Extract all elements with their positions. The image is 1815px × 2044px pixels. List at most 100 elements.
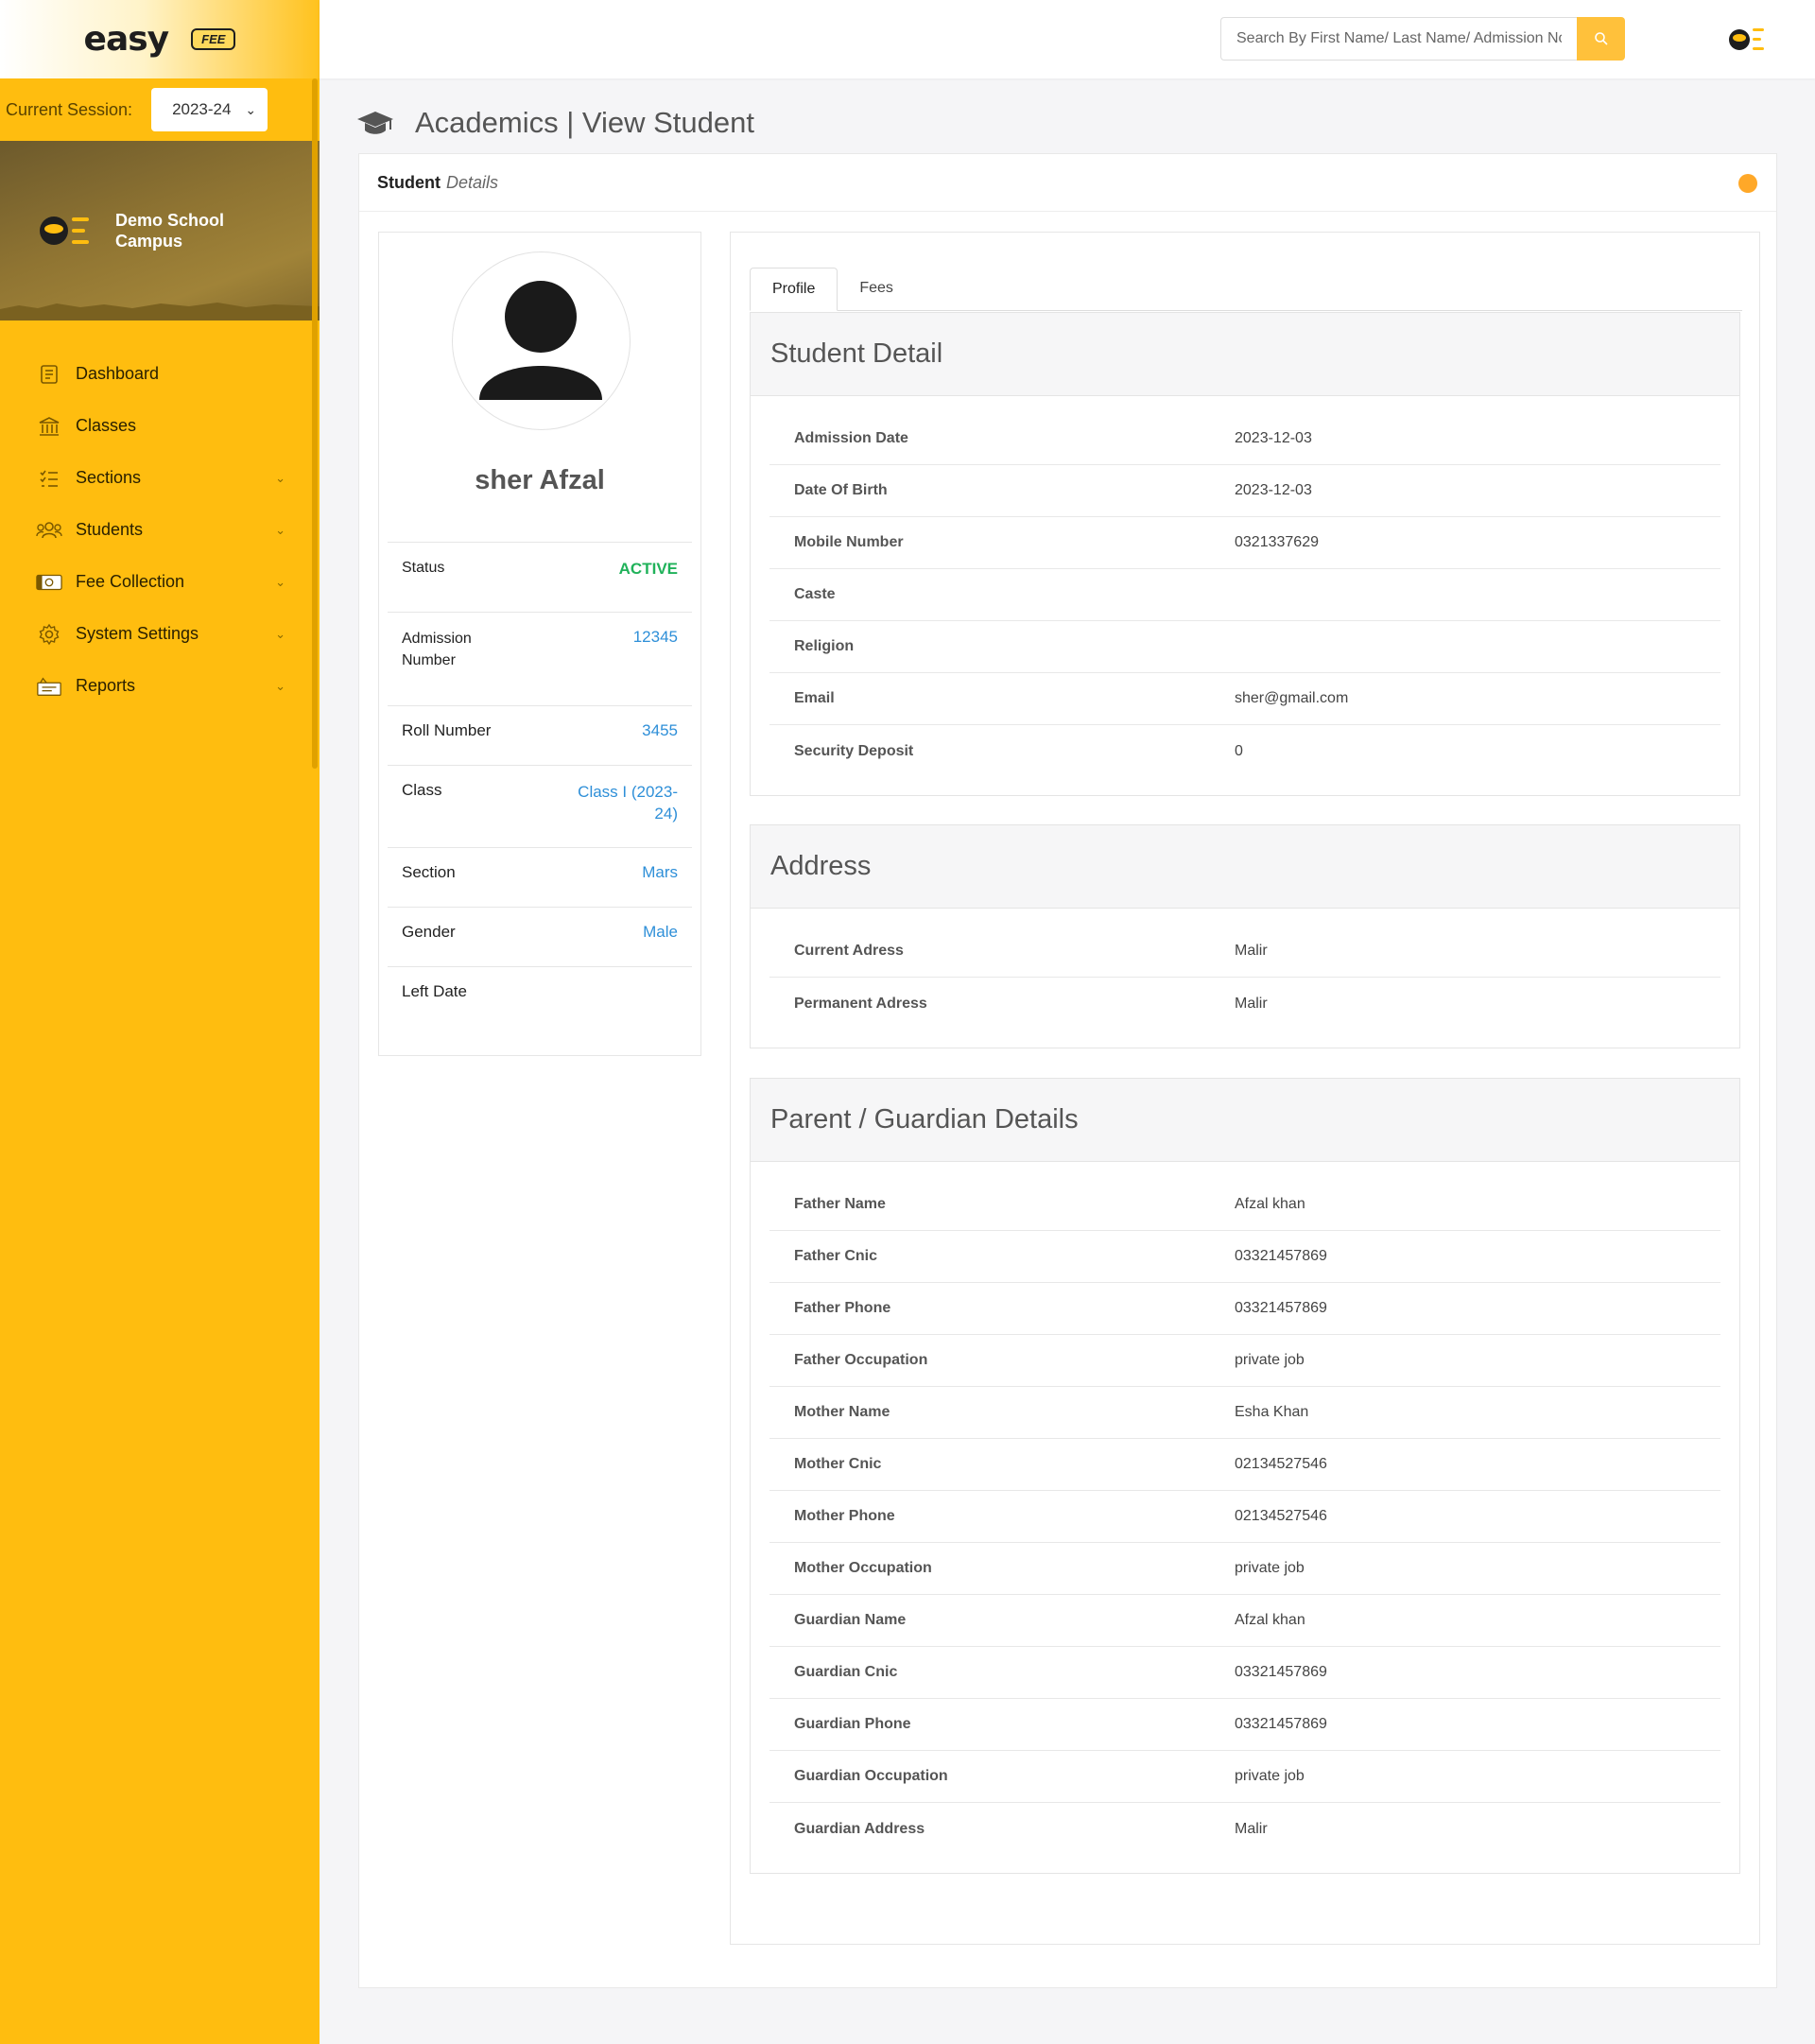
gear-icon <box>36 621 62 648</box>
profile-label: Admission Number <box>402 631 472 668</box>
detail-row: Email sher@gmail.com <box>769 673 1720 725</box>
detail-row: Mother Name Esha Khan <box>769 1387 1720 1439</box>
detail-label: Current Adress <box>794 943 904 959</box>
detail-row: Father Phone 03321457869 <box>769 1283 1720 1335</box>
detail-label: Security Deposit <box>794 742 914 759</box>
tabs-panel: Profile Fees Student Detail Admission Da… <box>730 232 1760 1945</box>
profile-label: Section <box>402 863 456 881</box>
app-logo-badge: FEE <box>191 28 236 50</box>
detail-row: Guardian Occupation private job <box>769 1751 1720 1803</box>
logo-bar: easy FEE <box>0 0 320 78</box>
classes-icon <box>36 413 62 440</box>
sidebar-item-label: Dashboard <box>76 364 160 383</box>
detail-value: 03321457869 <box>1235 1300 1327 1316</box>
detail-value: Malir <box>1235 1820 1268 1837</box>
tab-profile[interactable]: Profile <box>750 268 838 311</box>
detail-value: private job <box>1235 1352 1305 1368</box>
user-logo-icon[interactable] <box>1727 21 1765 59</box>
detail-row: Religion <box>769 621 1720 673</box>
detail-value: 0 <box>1235 742 1243 759</box>
sidebar-item-label: Classes <box>76 416 137 435</box>
detail-value: private job <box>1235 1560 1305 1576</box>
session-select[interactable]: 2023-24 ⌄ <box>151 88 268 131</box>
profile-row-status: Status ACTIVE <box>388 542 692 612</box>
detail-label: Guardian Occupation <box>794 1768 948 1784</box>
profile-list: Status ACTIVE Admission Number 12345 Rol… <box>388 542 692 1026</box>
detail-row: Mother Phone 02134527546 <box>769 1491 1720 1543</box>
app-logo-text[interactable]: easy <box>84 20 170 59</box>
hills-decoration <box>0 303 320 320</box>
tab-bar: Profile Fees <box>750 251 1742 311</box>
page-title: Academics | View Student <box>415 106 754 139</box>
sidebar: easy FEE Current Session: 2023-24 ⌄ Demo… <box>0 0 320 2044</box>
detail-label: Father Phone <box>794 1300 891 1316</box>
section-value[interactable]: Mars <box>642 863 678 907</box>
student-detail-rows: Admission Date 2023-12-03 Date Of Birth 20… <box>751 396 1739 777</box>
detail-row: Permanent Adress Malir <box>769 978 1720 1030</box>
student-detail-section: Student Detail Admission Date 2023-12-03 … <box>750 312 1740 796</box>
search-icon <box>1594 32 1608 45</box>
detail-label: Mother Cnic <box>794 1456 882 1472</box>
sidebar-item-system-settings[interactable]: System Settings ⌄ <box>0 608 320 660</box>
tab-fees[interactable]: Fees <box>838 267 915 310</box>
card-header: Student Details <box>359 154 1776 212</box>
profile-row-section: Section Mars <box>388 847 692 907</box>
detail-value: sher@gmail.com <box>1235 690 1349 706</box>
sidebar-item-fee-collection[interactable]: Fee Collection ⌄ <box>0 556 320 608</box>
profile-row-class: Class Class I (2023-24) <box>388 765 692 847</box>
fee-collection-icon <box>36 569 62 596</box>
detail-label: Caste <box>794 586 836 602</box>
sidebar-scrollbar[interactable] <box>312 78 318 769</box>
students-icon <box>36 517 62 544</box>
detail-row: Father Occupation private job <box>769 1335 1720 1387</box>
card-title-bold: Student <box>377 172 441 192</box>
detail-label: Guardian Phone <box>794 1716 911 1732</box>
search-button[interactable] <box>1577 17 1625 61</box>
sidebar-item-reports[interactable]: Reports ⌄ <box>0 660 320 712</box>
sidebar-item-dashboard[interactable]: Dashboard <box>0 348 320 400</box>
admission-number-value[interactable]: 12345 <box>633 628 678 705</box>
sidebar-item-students[interactable]: Students ⌄ <box>0 504 320 556</box>
search-input[interactable] <box>1220 17 1577 61</box>
address-rows: Current Adress Malir Permanent Adress Mali… <box>751 909 1739 1030</box>
student-name: sher Afzal <box>475 465 605 495</box>
detail-row: Admission Date 2023-12-03 <box>769 413 1720 465</box>
detail-label: Guardian Name <box>794 1612 907 1628</box>
detail-row: Security Deposit 0 <box>769 725 1720 777</box>
detail-label: Mother Phone <box>794 1508 895 1524</box>
sidebar-item-sections[interactable]: Sections ⌄ <box>0 452 320 504</box>
top-bar <box>320 0 1815 78</box>
sections-icon <box>36 465 62 492</box>
sidebar-item-label: Students <box>76 520 144 539</box>
detail-label: Guardian Cnic <box>794 1664 898 1680</box>
detail-value: Afzal khan <box>1235 1612 1305 1628</box>
chevron-down-icon: ⌄ <box>275 522 285 537</box>
card-title-italic: Details <box>446 172 499 192</box>
chevron-down-icon: ⌄ <box>275 470 285 485</box>
section-title: Student Detail <box>751 313 1739 396</box>
gender-value[interactable]: Male <box>643 923 678 966</box>
student-details-card: Student Details sher Afzal Status ACTIVE… <box>358 153 1777 1988</box>
sidebar-item-classes[interactable]: Classes <box>0 400 320 452</box>
detail-row: Guardian Phone 03321457869 <box>769 1699 1720 1751</box>
chevron-down-icon: ⌄ <box>275 574 285 589</box>
page-header: Academics | View Student <box>356 106 754 140</box>
detail-label: Email <box>794 690 835 706</box>
profile-row-roll-number: Roll Number 3455 <box>388 705 692 765</box>
class-value[interactable]: Class I (2023-24) <box>564 781 678 847</box>
guardian-section: Parent / Guardian Details Father Name Afz… <box>750 1078 1740 1874</box>
session-row: Current Session: 2023-24 ⌄ <box>0 78 320 141</box>
roll-number-value[interactable]: 3455 <box>642 721 678 765</box>
detail-row: Father Name Afzal khan <box>769 1179 1720 1231</box>
chevron-down-icon: ⌄ <box>275 678 285 693</box>
sidebar-item-label: Reports <box>76 676 136 695</box>
section-title: Address <box>751 825 1739 909</box>
user-avatar-icon <box>479 276 602 400</box>
sidebar-nav: Dashboard Classes Sections ⌄ Students ⌄ <box>0 348 320 712</box>
detail-row: Mother Cnic 02134527546 <box>769 1439 1720 1491</box>
detail-row: Guardian Name Afzal khan <box>769 1595 1720 1647</box>
detail-value: 02134527546 <box>1235 1508 1327 1524</box>
detail-value: private job <box>1235 1768 1305 1784</box>
detail-value: Afzal khan <box>1235 1196 1305 1212</box>
detail-label: Admission Date <box>794 430 908 446</box>
